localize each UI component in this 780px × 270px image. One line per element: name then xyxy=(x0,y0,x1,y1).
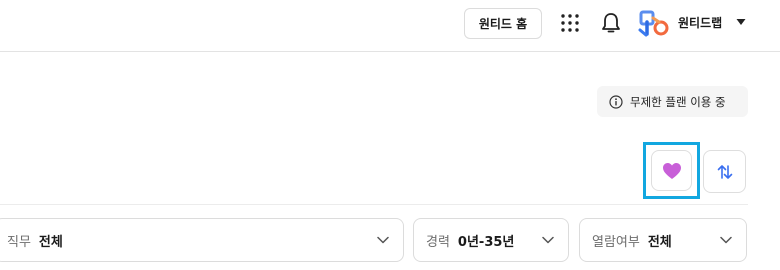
viewed-filter-label: 열람여부 xyxy=(592,234,640,250)
viewed-filter-select[interactable]: 열람여부 전체 xyxy=(579,218,747,262)
like-filter-button[interactable] xyxy=(651,150,692,191)
sort-button[interactable] xyxy=(703,150,746,193)
chevron-down-icon xyxy=(720,236,732,244)
apps-grid-icon[interactable] xyxy=(560,13,580,33)
top-header: 원티드 홈 원티드랩 xyxy=(0,0,780,52)
career-filter-select[interactable]: 경력 0년-35년 xyxy=(413,218,569,262)
career-filter-value: 0년-35년 xyxy=(457,234,515,250)
plan-status-text: 무제한 플랜 이용 중 xyxy=(630,94,726,109)
plan-status-badge: 무제한 플랜 이용 중 xyxy=(597,86,748,117)
job-filter-select[interactable]: 직무 전체 xyxy=(0,218,404,262)
chevron-down-icon xyxy=(377,236,389,244)
info-icon xyxy=(609,94,623,109)
heart-icon xyxy=(662,162,681,179)
company-logo[interactable] xyxy=(637,8,671,38)
chevron-down-icon xyxy=(542,236,554,244)
career-filter-label: 경력 xyxy=(426,234,450,250)
section-divider xyxy=(0,204,748,205)
job-filter-label: 직무 xyxy=(7,234,31,250)
wanted-home-button[interactable]: 원티드 홈 xyxy=(464,8,542,39)
company-name[interactable]: 원티드랩 xyxy=(678,14,722,31)
viewed-filter-value: 전체 xyxy=(647,234,672,250)
sort-arrows-icon xyxy=(717,164,732,179)
like-filter-button-highlight xyxy=(643,142,700,199)
job-filter-value: 전체 xyxy=(38,234,63,250)
bell-icon[interactable] xyxy=(600,11,622,35)
caret-down-icon[interactable] xyxy=(736,18,746,26)
